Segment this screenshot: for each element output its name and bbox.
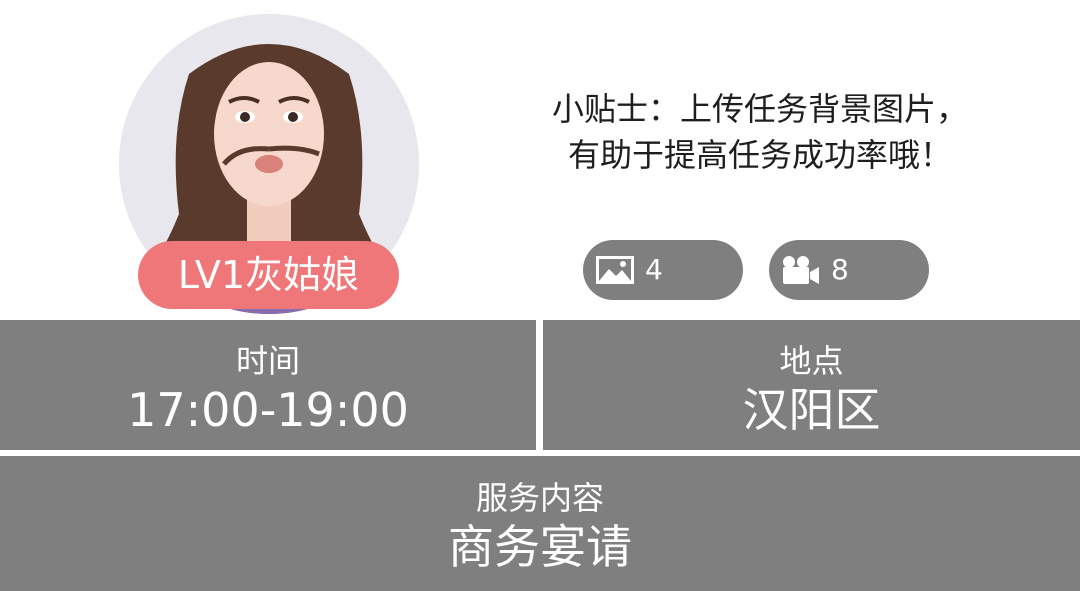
image-count: 4 xyxy=(645,253,663,286)
service-value: 商务宴请 xyxy=(448,520,632,574)
video-camera-icon xyxy=(781,255,821,285)
level-badge: LV1灰姑娘 xyxy=(138,241,399,309)
image-icon xyxy=(595,255,635,285)
place-label: 地点 xyxy=(779,342,844,380)
video-count: 8 xyxy=(831,253,849,286)
time-label: 时间 xyxy=(235,342,300,380)
service-label: 服务内容 xyxy=(475,479,604,517)
service-section: 服务内容 商务宴请 xyxy=(0,456,1080,591)
time-value: 17:00-19:00 xyxy=(127,383,409,437)
tip-line-1: 小贴士：上传任务背景图片， xyxy=(551,90,968,128)
task-detail-card: LV1灰姑娘 小贴士：上传任务背景图片， 有助于提高任务成功率哦！ 4 8 时间… xyxy=(0,0,1080,591)
time-section: 时间 17:00-19:00 xyxy=(0,320,536,450)
video-count-button[interactable]: 8 xyxy=(769,240,929,300)
tip-line-2: 有助于提高任务成功率哦！ xyxy=(567,136,952,174)
upload-tip: 小贴士：上传任务背景图片， 有助于提高任务成功率哦！ xyxy=(500,86,1020,178)
place-section: 地点 汉阳区 xyxy=(543,320,1080,450)
place-value: 汉阳区 xyxy=(742,383,881,437)
image-count-button[interactable]: 4 xyxy=(583,240,743,300)
